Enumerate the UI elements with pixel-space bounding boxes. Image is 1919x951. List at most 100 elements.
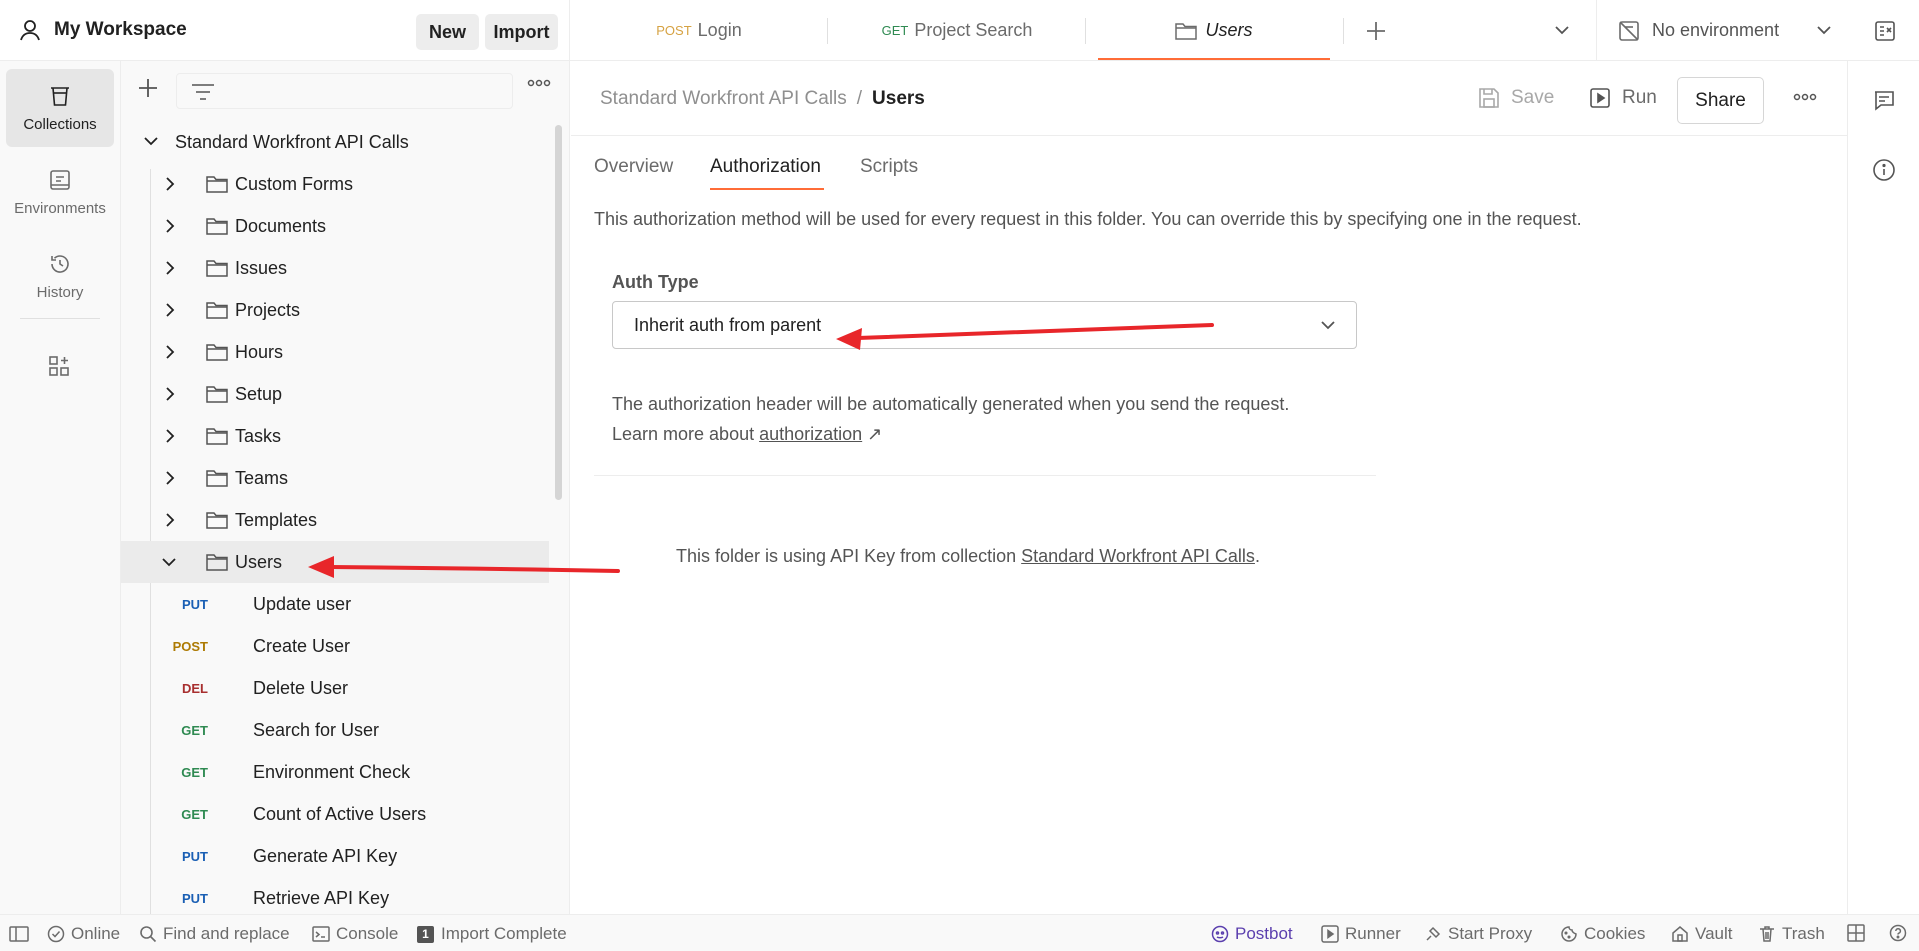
console-button[interactable]: Console (312, 924, 398, 944)
start-proxy-button[interactable]: Start Proxy (1424, 924, 1532, 944)
info-icon[interactable] (1872, 158, 1896, 182)
auth-description: This authorization method will be used f… (594, 209, 1582, 229)
collection-row[interactable]: Standard Workfront API Calls (121, 121, 549, 163)
sidebar-scrollbar[interactable] (555, 125, 562, 500)
request-label: Generate API Key (253, 846, 398, 866)
request-row[interactable]: DEL Delete User (121, 667, 549, 709)
trash-button[interactable]: Trash (1758, 924, 1825, 944)
folder-row[interactable]: Documents (121, 205, 549, 247)
tab-scripts[interactable]: Scripts (860, 156, 918, 178)
add-collection-plus-icon[interactable] (138, 78, 158, 98)
tab-label: Users (1205, 20, 1253, 40)
environment-icon (48, 168, 72, 200)
new-button[interactable]: New (416, 14, 479, 50)
runner-button[interactable]: Runner (1321, 924, 1401, 944)
import-count-badge: 1 (417, 925, 434, 943)
no-environment-icon (1617, 19, 1641, 43)
folder-row[interactable]: Custom Forms (121, 163, 549, 205)
folder-row[interactable]: Projects (121, 289, 549, 331)
folder-icon (206, 301, 228, 319)
method-badge: PUT (182, 891, 208, 906)
chevron-down-icon (1321, 321, 1335, 330)
environment-label: No environment (1652, 20, 1780, 40)
folder-icon (206, 343, 228, 361)
tab-login[interactable]: POST Login (570, 0, 828, 61)
authorization-link[interactable]: authorization (759, 424, 862, 444)
collection-link[interactable]: Standard Workfront API Calls (1021, 546, 1255, 566)
folder-row[interactable]: Issues (121, 247, 549, 289)
new-tab-plus-icon[interactable] (1365, 20, 1387, 42)
filter-input[interactable] (176, 73, 513, 109)
online-status[interactable]: Online (47, 924, 120, 944)
folder-label: Hours (235, 342, 284, 362)
breadcrumb-current[interactable]: Users (872, 88, 925, 109)
check-circle-icon (47, 925, 65, 943)
chevron-right-icon (164, 470, 176, 486)
header-divider (571, 135, 1847, 136)
nav-collections[interactable]: Collections (6, 69, 114, 147)
find-replace-label: Find and replace (163, 924, 290, 943)
request-label: Environment Check (253, 762, 411, 782)
chevron-down-icon (1816, 24, 1832, 36)
request-row[interactable]: GET Count of Active Users (121, 793, 549, 835)
import-button[interactable]: Import (485, 14, 558, 50)
folder-icon (206, 427, 228, 445)
comments-icon[interactable] (1872, 88, 1896, 112)
workspace-header: My Workspace New Import (0, 0, 570, 61)
tab-list-chevron-down-icon[interactable] (1554, 24, 1570, 36)
request-row[interactable]: PUT Generate API Key (121, 835, 549, 877)
cookies-button[interactable]: Cookies (1560, 924, 1645, 944)
folder-row[interactable]: Hours (121, 331, 549, 373)
request-label: Create User (253, 636, 351, 656)
request-label: Retrieve API Key (253, 888, 390, 908)
tab-authorization[interactable]: Authorization (710, 156, 821, 178)
configure-sidebar-icon[interactable] (47, 354, 71, 378)
share-button[interactable]: Share (1677, 77, 1764, 124)
postbot-button[interactable]: Postbot (1211, 924, 1293, 944)
folder-row[interactable]: Tasks (121, 415, 549, 457)
save-button[interactable]: Save (1477, 86, 1554, 110)
breadcrumb-parent[interactable]: Standard Workfront API Calls (600, 88, 847, 109)
tab-project-search[interactable]: GET Project Search (828, 0, 1086, 61)
find-replace-button[interactable]: Find and replace (139, 924, 290, 944)
chevron-down-icon (161, 556, 177, 568)
toggle-sidebar-icon[interactable] (9, 926, 35, 942)
more-options-icon[interactable] (1793, 92, 1817, 102)
folder-row[interactable]: Setup (121, 373, 549, 415)
trash-can-icon (48, 84, 72, 116)
folder-row-users[interactable]: Users (121, 541, 549, 583)
request-row[interactable]: POST Create User (121, 625, 549, 667)
auth-type-select[interactable]: Inherit auth from parent (612, 301, 1357, 349)
help-icon[interactable] (1889, 924, 1913, 942)
vault-button[interactable]: Vault (1671, 924, 1733, 944)
nav-history[interactable]: History (6, 237, 114, 315)
request-row[interactable]: PUT Retrieve API Key (121, 877, 549, 914)
request-row[interactable]: GET Search for User (121, 709, 549, 751)
import-complete-label: Import Complete (441, 924, 567, 943)
folder-row[interactable]: Teams (121, 457, 549, 499)
run-button[interactable]: Run (1588, 86, 1657, 110)
nav-environments[interactable]: Environments (6, 153, 114, 231)
import-status[interactable]: 1 Import Complete (417, 924, 567, 944)
environment-quick-look-icon[interactable] (1873, 19, 1897, 43)
more-options-icon[interactable] (527, 78, 551, 88)
environment-selector[interactable]: No environment (1596, 0, 1847, 61)
auth-note-line: The authorization header will be automat… (612, 394, 1290, 414)
request-row[interactable]: PUT Update user (121, 583, 549, 625)
postbot-icon (1211, 925, 1229, 943)
request-row[interactable]: GET Environment Check (121, 751, 549, 793)
tab-overview[interactable]: Overview (594, 156, 673, 178)
start-proxy-label: Start Proxy (1448, 924, 1533, 943)
folder-icon (206, 511, 228, 529)
folder-label: Templates (235, 510, 318, 530)
auth-note-prefix: Learn more about (612, 424, 760, 444)
folder-row[interactable]: Templates (121, 499, 549, 541)
chevron-right-icon (164, 302, 176, 318)
two-pane-view-icon[interactable] (1847, 924, 1871, 942)
tab-users[interactable]: Users (1098, 0, 1330, 61)
tab-label: Login (697, 20, 742, 40)
folder-icon (206, 469, 228, 487)
folder-icon (206, 553, 228, 571)
chevron-right-icon (164, 512, 176, 528)
workspace-title[interactable]: My Workspace (54, 19, 187, 41)
